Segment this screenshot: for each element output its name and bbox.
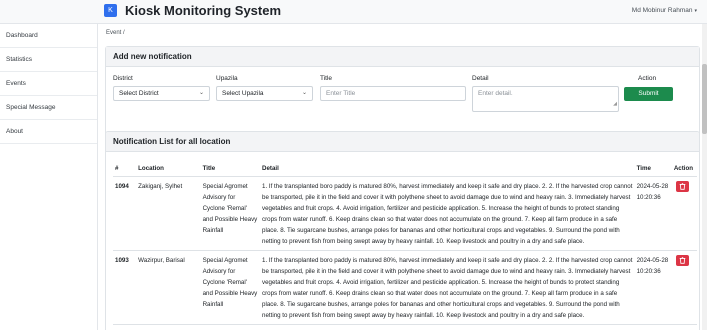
table-row: 1093 Wazirpur, Barisal Special Agromet A… xyxy=(113,250,697,325)
page-scrollbar[interactable] xyxy=(702,24,707,330)
row-time: 2024-05-28 10:20:36 xyxy=(634,176,672,251)
user-name: Md Mobinur Rahman xyxy=(631,7,693,14)
add-notification-heading: Add new notification xyxy=(106,47,699,67)
row-title: Special Agromet Advisory for Cyclone 'Re… xyxy=(200,250,260,325)
sidebar-item-events[interactable]: Events xyxy=(0,72,97,96)
upazila-label: Upazila xyxy=(216,75,238,82)
district-select[interactable]: Select District ⌄ xyxy=(113,86,210,101)
row-id: 1094 xyxy=(113,176,137,251)
top-navbar: K Kiosk Monitoring System Md Mobinur Rah… xyxy=(0,0,707,24)
user-menu[interactable]: Md Mobinur Rahman ▾ xyxy=(632,7,697,14)
scrollbar-thumb[interactable] xyxy=(702,64,707,134)
table-header-row: # Location Title Detail Time Action xyxy=(113,162,697,177)
notification-list-card: Notification List for all location # Loc… xyxy=(105,131,700,330)
column-header-detail: Detail xyxy=(260,162,635,177)
row-detail: 1. If the transplanted boro paddy is mat… xyxy=(260,250,635,325)
title-input-placeholder: Enter Title xyxy=(326,90,356,97)
action-label: Action xyxy=(638,75,657,82)
sidebar-item-special-message[interactable]: Special Message xyxy=(0,96,97,120)
detail-textarea[interactable]: Enter detail. ◢ xyxy=(472,86,619,112)
sidebar-item-dashboard[interactable]: Dashboard xyxy=(0,24,97,48)
row-location: Wazirpur, Barisal xyxy=(136,250,201,325)
main-content: Event / Add new notification District Se… xyxy=(98,24,707,330)
column-header-id: # xyxy=(113,162,137,177)
trash-icon xyxy=(679,182,686,190)
app-logo-icon: K xyxy=(104,4,117,17)
row-action xyxy=(671,176,697,251)
title-input[interactable]: Enter Title xyxy=(320,86,466,101)
sidebar: Dashboard Statistics Events Special Mess… xyxy=(0,24,98,330)
delete-button[interactable] xyxy=(675,254,689,266)
chevron-down-icon: ⌄ xyxy=(301,90,307,96)
sidebar-item-statistics[interactable]: Statistics xyxy=(0,48,97,72)
upazila-select-value: Select Upazila xyxy=(222,90,264,97)
title-label: Title xyxy=(320,75,333,82)
row-time: 2024-05-28 10:20:36 xyxy=(634,250,672,325)
column-header-title: Title xyxy=(200,162,260,177)
row-action xyxy=(671,250,697,325)
column-header-action: Action xyxy=(671,162,697,177)
sidebar-item-about[interactable]: About xyxy=(0,120,97,144)
submit-button[interactable]: Submit xyxy=(624,87,673,101)
column-header-time: Time xyxy=(634,162,672,177)
detail-textarea-placeholder: Enter detail. xyxy=(478,90,513,97)
upazila-select[interactable]: Select Upazila ⌄ xyxy=(216,86,313,101)
district-select-value: Select District xyxy=(119,90,159,97)
breadcrumb[interactable]: Event / xyxy=(106,30,125,36)
table-row: 1094 Zakiganj, Sylhet Special Agromet Ad… xyxy=(113,176,697,251)
row-title: Special Agromet Advisory for Cyclone 'Re… xyxy=(200,176,260,251)
delete-button[interactable] xyxy=(675,180,689,192)
district-label: District xyxy=(113,75,133,82)
column-header-location: Location xyxy=(136,162,201,177)
row-location: Zakiganj, Sylhet xyxy=(136,176,201,251)
detail-label: Detail xyxy=(472,75,489,82)
chevron-down-icon: ⌄ xyxy=(198,90,204,96)
notification-table: # Location Title Detail Time Action 1094… xyxy=(113,162,697,325)
trash-icon xyxy=(679,256,686,264)
resize-handle-icon[interactable]: ◢ xyxy=(613,98,617,111)
caret-down-icon: ▾ xyxy=(694,8,697,14)
notification-list-heading: Notification List for all location xyxy=(106,132,699,152)
row-id: 1093 xyxy=(113,250,137,325)
row-detail: 1. If the transplanted boro paddy is mat… xyxy=(260,176,635,251)
app-title[interactable]: Kiosk Monitoring System xyxy=(125,3,281,18)
